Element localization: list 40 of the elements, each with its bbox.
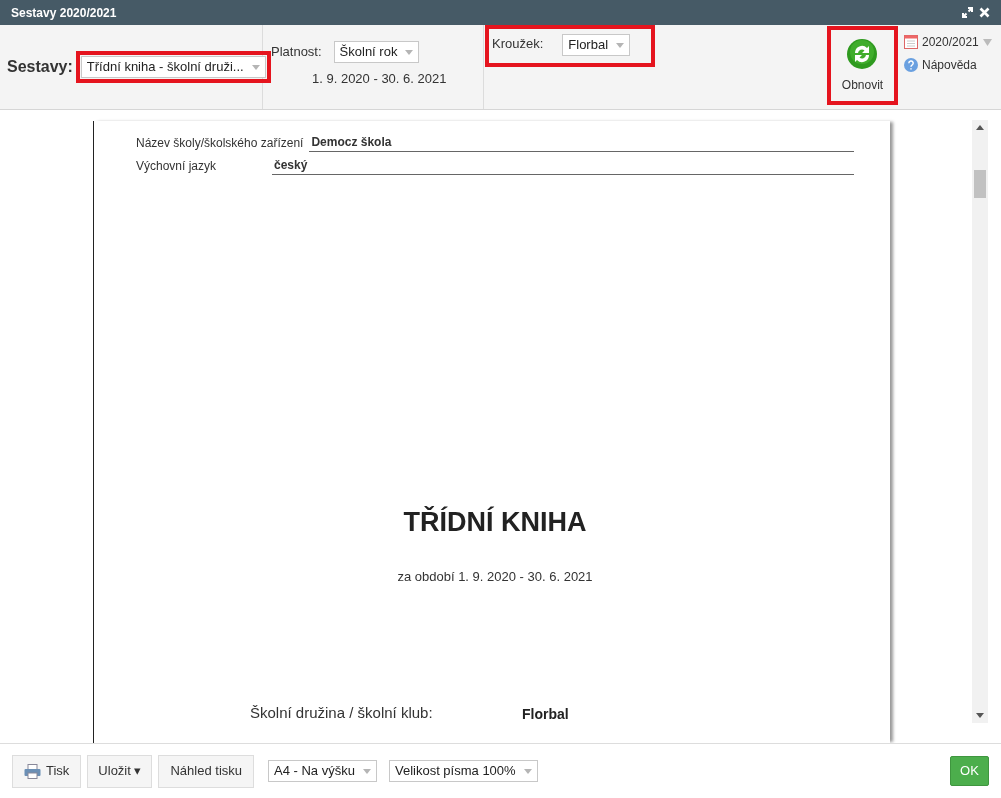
save-button[interactable]: Uložit ▾ xyxy=(87,754,153,788)
field-label: Název školy/školského zařízení xyxy=(136,135,304,152)
printer-icon xyxy=(24,763,41,779)
refresh-icon xyxy=(846,37,879,70)
dropdown-caret-icon xyxy=(616,42,625,48)
dropdown-caret-icon xyxy=(362,768,371,774)
dropdown-caret-icon xyxy=(251,64,260,70)
sestavy-label: Sestavy: xyxy=(7,57,73,77)
dropdown-caret-icon xyxy=(405,49,414,55)
krouzek-label: Kroužek: xyxy=(492,35,544,53)
scroll-up-icon[interactable] xyxy=(976,125,984,130)
platnost-label: Platnost: xyxy=(271,43,322,62)
window-title: Sestavy 2020/2021 xyxy=(11,4,117,22)
dropdown-caret-icon xyxy=(982,38,992,46)
print-preview-button[interactable]: Náhled tisku xyxy=(158,754,255,788)
help-icon xyxy=(904,58,918,72)
expand-icon[interactable] xyxy=(962,7,973,18)
year-select[interactable]: 2020/2021 xyxy=(904,33,1001,51)
refresh-button[interactable]: Obnovit xyxy=(841,37,884,94)
help-link[interactable]: Nápověda xyxy=(904,56,1001,74)
validity-select[interactable]: Školní rok xyxy=(333,41,420,63)
report-select[interactable]: Třídní kniha - školní druži... xyxy=(80,56,266,78)
calendar-icon xyxy=(904,35,918,49)
scroll-down-icon[interactable] xyxy=(976,713,984,718)
paper-select[interactable]: A4 - Na výšku xyxy=(268,760,377,782)
scrollbar-thumb[interactable] xyxy=(974,170,986,198)
club-select[interactable]: Florbal xyxy=(562,34,631,56)
club-value: Florbal xyxy=(522,704,569,724)
field-label: Výchovní jazyk xyxy=(136,158,218,175)
field-value: český xyxy=(272,156,854,175)
font-size-select[interactable]: Velikost písma 100% xyxy=(388,760,538,782)
field-value: Democz škola xyxy=(309,133,854,152)
close-icon[interactable] xyxy=(979,7,990,18)
date-range: 1. 9. 2020 - 30. 6. 2021 xyxy=(312,70,448,88)
club-label: Školní družina / školní klub: xyxy=(250,703,434,723)
print-button[interactable]: Tisk xyxy=(12,754,82,788)
document-title: TŘÍDNÍ KNIHA xyxy=(402,505,588,539)
scrollbar[interactable] xyxy=(972,120,988,723)
dropdown-caret-icon xyxy=(523,768,532,774)
document-subtitle: za období 1. 9. 2020 - 30. 6. 2021 xyxy=(396,567,594,586)
